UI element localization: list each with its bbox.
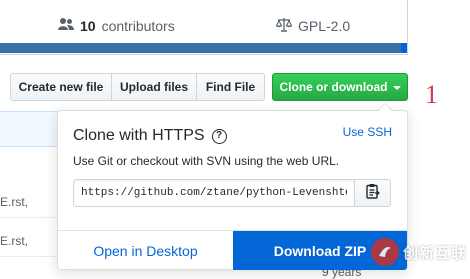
contributors-label: contributors <box>101 17 175 34</box>
license-link[interactable]: GPL-2.0 <box>275 17 351 35</box>
clone-url-input[interactable] <box>73 179 354 207</box>
list-item: E.rst, <box>0 185 58 218</box>
caret-down-icon <box>392 86 401 90</box>
use-ssh-link[interactable]: Use SSH <box>343 125 392 139</box>
language-segment-other <box>401 43 407 53</box>
upload-files-button[interactable]: Upload files <box>111 73 197 101</box>
people-icon <box>58 17 74 34</box>
watermark: 创新互联 <box>371 238 467 266</box>
language-bar[interactable] <box>0 43 407 53</box>
license-label: GPL-2.0 <box>298 18 351 34</box>
watermark-text: 创新互联 <box>403 244 468 262</box>
find-file-button[interactable]: Find File <box>196 73 265 101</box>
list-item-text: E.rst, <box>0 234 29 248</box>
list-item: E.rst, <box>0 224 58 257</box>
list-item-text: E.rst, <box>0 195 29 209</box>
clone-dropdown-footer: Open in Desktop Download ZIP <box>58 230 407 270</box>
language-segment-python <box>0 43 401 53</box>
watermark-logo-icon <box>371 238 399 266</box>
law-scale-icon <box>275 17 293 35</box>
clone-url-group <box>73 179 391 207</box>
repo-summary: 10 contributors GPL-2.0 <box>0 0 408 55</box>
question-icon[interactable]: ? <box>211 128 227 144</box>
copy-to-clipboard-button[interactable] <box>354 179 391 207</box>
commit-tease-header <box>0 111 58 147</box>
annotation-number: 1 <box>425 80 438 109</box>
clone-description: Use Git or checkout with SVN using the w… <box>73 154 340 168</box>
clone-title-text: Clone with HTTPS <box>73 127 205 144</box>
open-in-desktop-button[interactable]: Open in Desktop <box>58 231 233 270</box>
clone-dropdown: Clone with HTTPS ? Use SSH Use Git or ch… <box>57 103 408 270</box>
contributors-link[interactable]: 10 contributors <box>58 17 175 34</box>
clone-dropdown-title: Clone with HTTPS ? <box>73 127 227 145</box>
clipboard-icon <box>365 183 380 204</box>
clone-or-download-label: Clone or download <box>279 80 388 94</box>
create-new-file-button[interactable]: Create new file <box>10 73 112 101</box>
contributors-count: 10 <box>80 17 96 34</box>
